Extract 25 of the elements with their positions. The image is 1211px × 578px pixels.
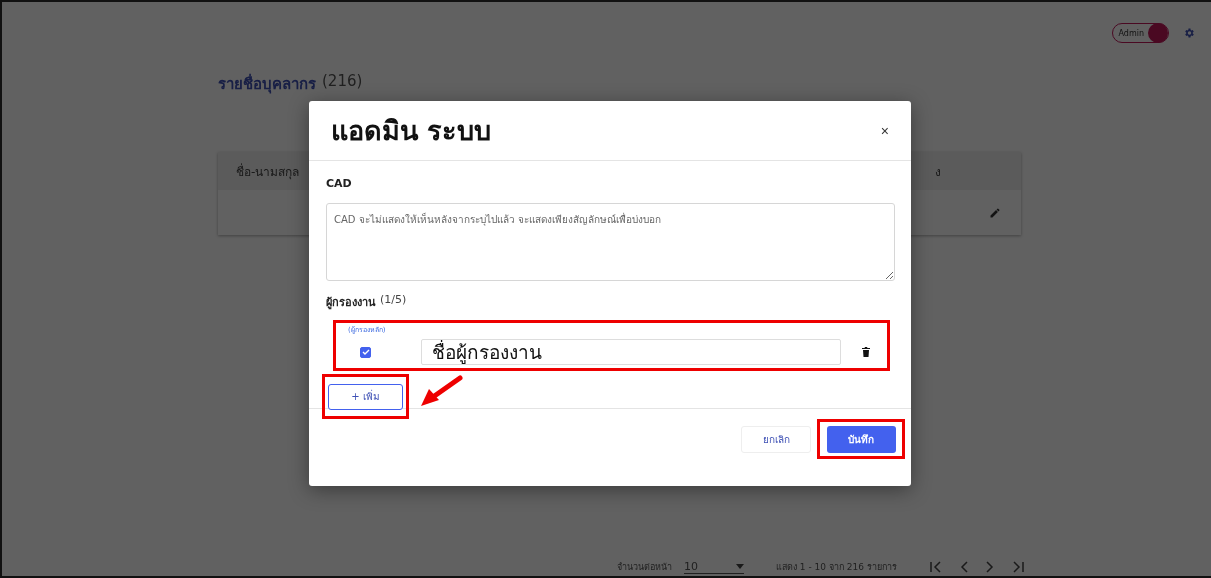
reviewer-name-field[interactable]: ชื่อผู้กรองงาน xyxy=(421,339,841,365)
cancel-button[interactable]: ยกเลิก xyxy=(741,425,811,453)
previous-page-icon[interactable] xyxy=(958,561,969,573)
edit-icon[interactable] xyxy=(989,206,1001,219)
settings-icon[interactable] xyxy=(1183,27,1195,39)
dropdown-caret-icon xyxy=(736,564,744,569)
page-title: รายชื่อบุคลากร xyxy=(218,72,316,96)
rows-per-page-label: จำนวนต่อหน้า xyxy=(617,561,672,574)
add-button[interactable]: + เพิ่ม xyxy=(328,383,403,410)
record-count: (216) xyxy=(322,72,363,92)
cad-textarea[interactable]: CAD จะไม่แสดงให้เห็นหลังจากระบุไปแล้ว จะแสดงเพียงสัญลักษณ์เพื่อบ่งบอก xyxy=(326,203,895,281)
field-label: CAD xyxy=(326,177,352,190)
first-page-icon[interactable] xyxy=(928,561,943,573)
column-header: ง xyxy=(935,163,941,181)
column-header: ชื่อ-นามสกุล xyxy=(236,162,300,181)
reviewer-count: (1/5) xyxy=(380,293,407,308)
close-button[interactable]: × xyxy=(880,122,889,139)
last-page-icon[interactable] xyxy=(1010,561,1025,573)
save-button[interactable]: บันทึก xyxy=(826,425,896,453)
primary-checkbox[interactable] xyxy=(360,346,371,358)
field-label: ผู้กรองงาน xyxy=(326,295,376,311)
next-page-icon[interactable] xyxy=(984,561,995,573)
annotation-arrow xyxy=(419,375,463,409)
trash-icon[interactable] xyxy=(862,347,870,357)
dialog-title: แอดมิน ระบบ xyxy=(331,114,492,148)
